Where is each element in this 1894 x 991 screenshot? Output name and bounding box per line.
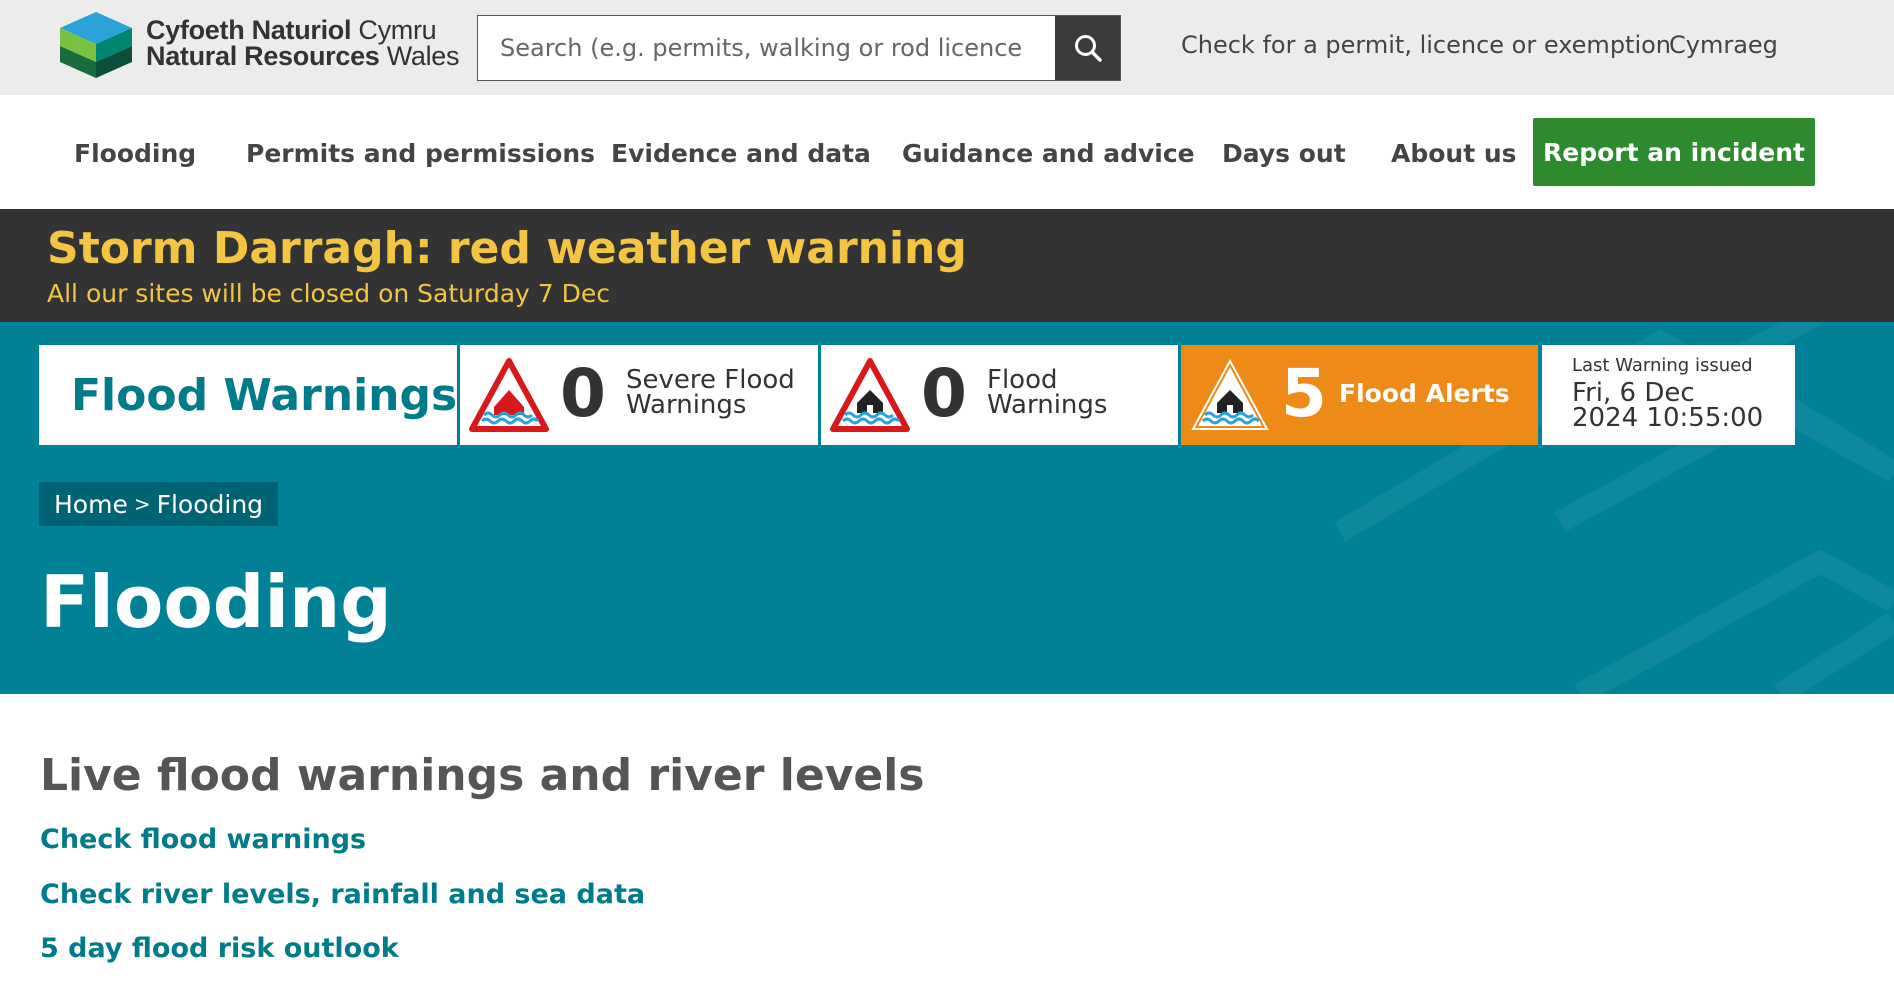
severe-flood-warnings-box[interactable]: 0 Severe Flood Warnings — [460, 345, 818, 445]
flood-risk-outlook-link[interactable]: 5 day flood risk outlook — [40, 933, 399, 964]
permit-check-link[interactable]: Check for a permit, licence or exemption — [1181, 31, 1671, 59]
language-link[interactable]: Cymraeg — [1669, 31, 1778, 59]
warnings-count: 0 — [921, 355, 967, 432]
logo-line2-bold: Natural Resources — [146, 41, 380, 71]
nav-item-flooding[interactable]: Flooding — [74, 139, 196, 168]
search-box — [477, 15, 1121, 81]
breadcrumb-current[interactable]: Flooding — [157, 490, 263, 519]
nav-item-evidence[interactable]: Evidence and data — [611, 139, 871, 168]
flood-warnings-title[interactable]: Flood Warnings — [39, 345, 459, 445]
warnings-label: Flood Warnings — [987, 367, 1108, 420]
flood-warnings-title-box: Flood Warnings — [39, 345, 457, 445]
storm-banner: Storm Darragh: red weather warning All o… — [0, 209, 1894, 322]
flood-warning-icon — [830, 358, 910, 432]
report-incident-button[interactable]: Report an incident — [1533, 118, 1815, 186]
severe-flood-warning-icon — [469, 358, 549, 432]
main-nav: Flooding Permits and permissions Evidenc… — [0, 95, 1894, 209]
flood-alert-icon — [1190, 358, 1270, 432]
nav-item-days-out[interactable]: Days out — [1222, 139, 1346, 168]
check-flood-warnings-link[interactable]: Check flood warnings — [40, 824, 366, 855]
search-button[interactable] — [1055, 16, 1120, 80]
storm-subtitle: All our sites will be closed on Saturday… — [47, 279, 610, 308]
alerts-count: 5 — [1281, 355, 1327, 432]
logo-text[interactable]: Cyfoeth Naturiol Cymru Natural Resources… — [146, 17, 460, 71]
severe-count: 0 — [560, 355, 606, 432]
flood-alerts-box[interactable]: 5 Flood Alerts — [1181, 345, 1538, 445]
top-bar: Cyfoeth Naturiol Cymru Natural Resources… — [0, 0, 1894, 95]
live-levels-heading: Live flood warnings and river levels — [40, 750, 925, 801]
last-warning-issued-box: Last Warning issued Fri, 6 Dec 2024 10:5… — [1542, 345, 1795, 445]
nrw-logo[interactable] — [60, 12, 132, 78]
breadcrumb: Home > Flooding — [39, 482, 279, 526]
last-issued-date: Fri, 6 Dec 2024 10:55:00 — [1572, 380, 1764, 433]
last-issued-label: Last Warning issued — [1572, 355, 1753, 376]
search-icon — [1074, 35, 1102, 62]
logo-line2-regular: Wales — [386, 41, 460, 71]
warnings-label-line2: Warnings — [987, 390, 1108, 420]
breadcrumb-separator: > — [133, 492, 151, 516]
flood-warnings-box[interactable]: 0 Flood Warnings — [821, 345, 1178, 445]
nav-item-about-us[interactable]: About us — [1391, 139, 1517, 168]
search-input[interactable] — [478, 16, 1055, 80]
last-issued-date-line2: 2024 10:55:00 — [1572, 403, 1764, 433]
breadcrumb-home[interactable]: Home — [54, 490, 128, 519]
nav-item-permits[interactable]: Permits and permissions — [246, 139, 595, 168]
river-levels-link[interactable]: Check river levels, rainfall and sea dat… — [40, 879, 645, 910]
severe-label-line2: Warnings — [626, 390, 747, 420]
severe-label: Severe Flood Warnings — [626, 367, 795, 420]
alerts-label: Flood Alerts — [1339, 379, 1510, 408]
storm-title[interactable]: Storm Darragh: red weather warning — [47, 223, 967, 274]
nav-item-guidance[interactable]: Guidance and advice — [902, 139, 1195, 168]
flood-hero: Flood Warnings 0 Severe Flood Warnings 0… — [0, 322, 1894, 694]
page-title: Flooding — [40, 560, 392, 644]
